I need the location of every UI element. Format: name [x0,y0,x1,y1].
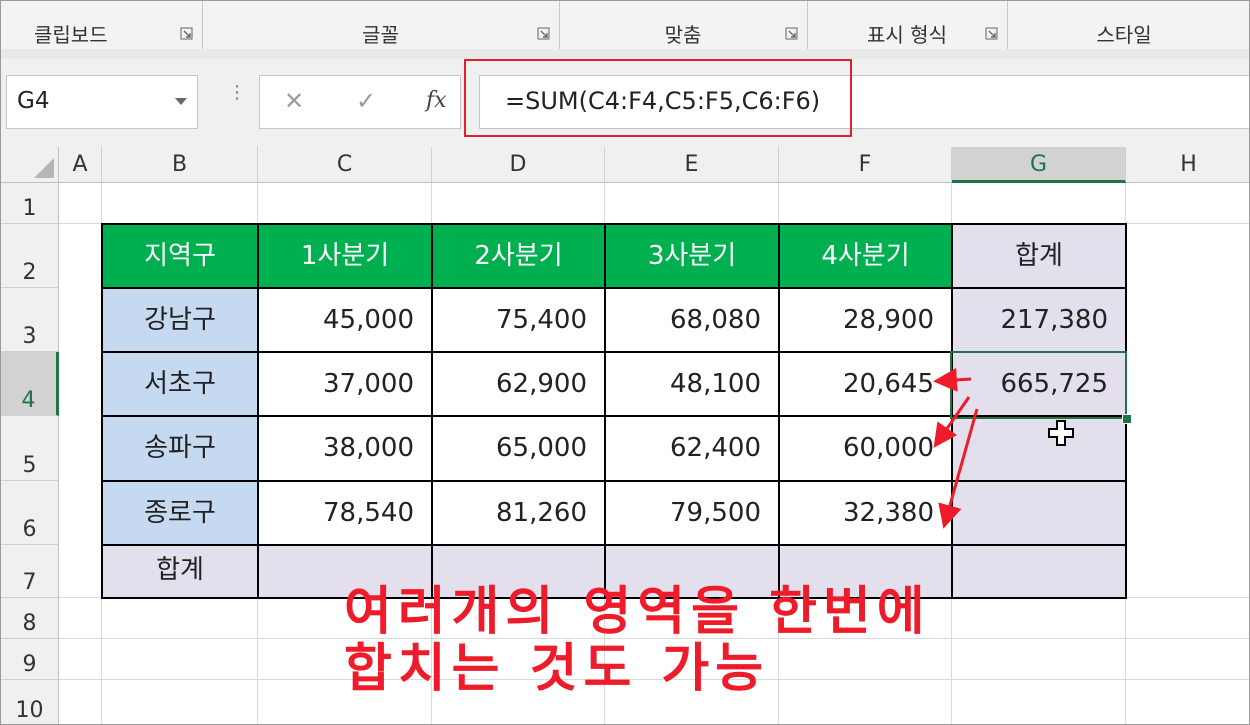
cell-select-cursor-icon [1047,419,1075,451]
excel-window: 클립보드 글꼴 맞춤 표시 형식 스타일 G4 ⋮ ✕ ✓ fx =SUM(C4… [0,0,1250,725]
annotation-line-2: 합치는 것도 가능 [344,639,770,699]
